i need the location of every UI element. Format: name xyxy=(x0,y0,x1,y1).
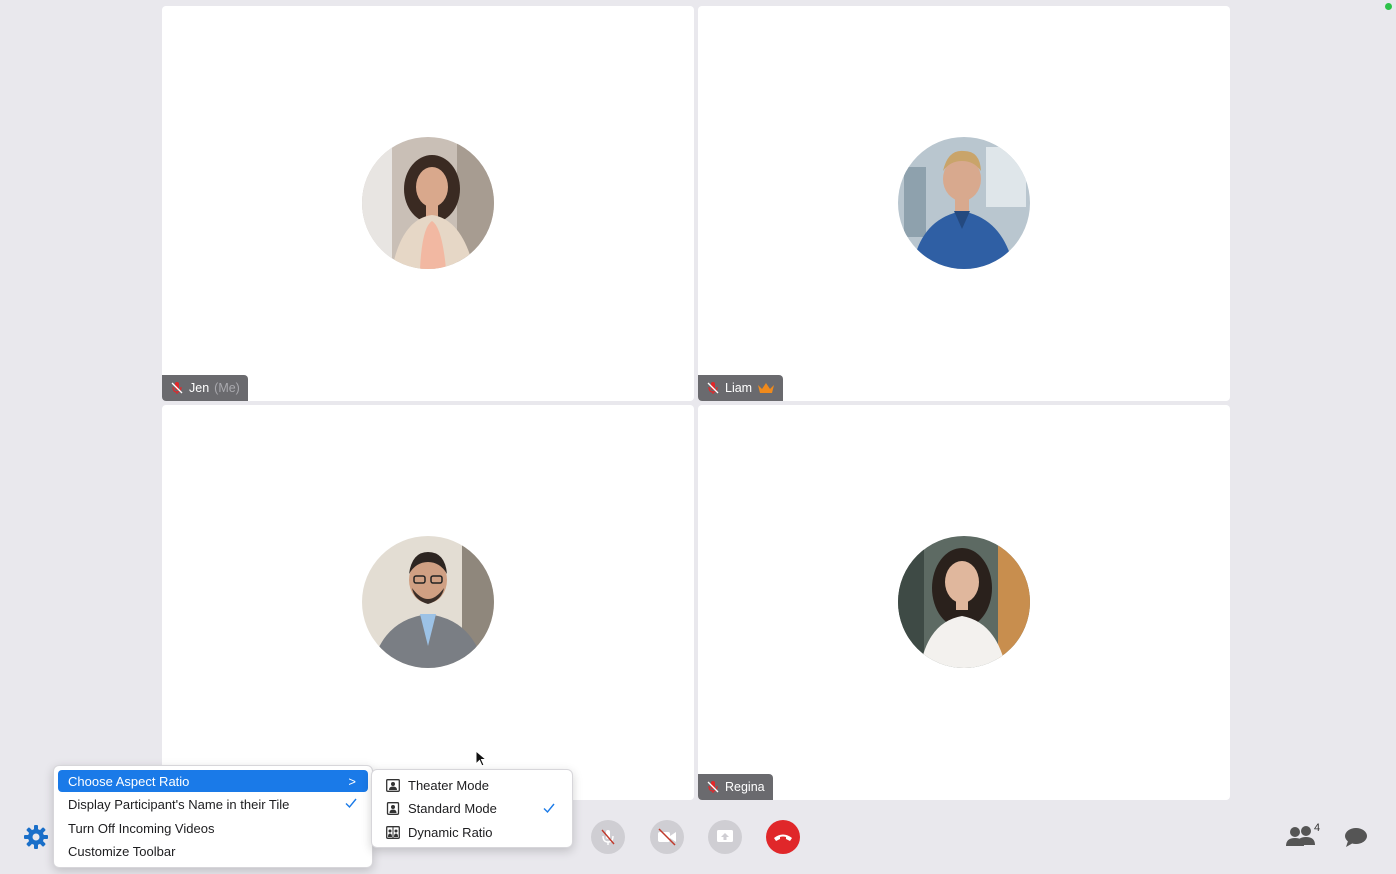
mic-muted-icon xyxy=(707,781,719,793)
video-tile-participant-3[interactable] xyxy=(162,405,694,800)
submenu-item-standard-mode[interactable]: Standard Mode xyxy=(376,797,568,819)
hang-up-button[interactable] xyxy=(766,820,800,854)
share-screen-icon xyxy=(717,830,733,842)
camera-off-icon xyxy=(658,828,676,846)
avatar-jen xyxy=(362,137,494,269)
menu-item-label: Display Participant's Name in their Tile xyxy=(68,796,290,812)
menu-item-customize-toolbar[interactable]: Customize Toolbar xyxy=(58,840,368,862)
mic-muted-icon xyxy=(707,382,719,394)
video-tile-liam[interactable]: Liam xyxy=(698,6,1230,401)
theater-mode-icon xyxy=(386,778,400,792)
submenu-item-label: Theater Mode xyxy=(408,777,489,793)
mic-muted-icon xyxy=(601,829,615,845)
participant-count: 4 xyxy=(1314,822,1321,834)
participant-name: Jen xyxy=(189,381,210,395)
participant-name: Liam xyxy=(725,381,753,395)
aspect-ratio-submenu: Theater Mode Standard Mode Dynamic Ratio xyxy=(371,769,573,848)
checkmark-icon xyxy=(345,798,357,809)
mic-muted-icon xyxy=(171,382,183,394)
portrait-man-blue-shirt-icon xyxy=(898,137,1030,269)
menu-item-choose-aspect-ratio[interactable]: Choose Aspect Ratio > xyxy=(58,770,368,792)
menu-item-display-name-in-tile[interactable]: Display Participant's Name in their Tile xyxy=(58,793,368,815)
nametag-liam: Liam xyxy=(698,375,784,401)
gear-icon xyxy=(24,825,48,849)
chat-icon xyxy=(1345,828,1367,847)
submenu-item-label: Dynamic Ratio xyxy=(408,824,493,840)
portrait-woman-blazer-icon xyxy=(362,137,494,269)
chat-button[interactable] xyxy=(1343,824,1369,850)
participant-name: Regina xyxy=(725,780,765,794)
avatar-liam xyxy=(898,137,1030,269)
share-screen-button[interactable] xyxy=(708,820,742,854)
portrait-woman-white-blouse-icon xyxy=(898,536,1030,668)
submenu-item-dynamic-ratio[interactable]: Dynamic Ratio xyxy=(376,821,568,843)
menu-item-label: Customize Toolbar xyxy=(68,843,176,859)
avatar-participant-3 xyxy=(362,536,494,668)
connection-status-dot xyxy=(1385,3,1392,10)
hang-up-icon xyxy=(774,834,792,841)
nametag-regina: Regina xyxy=(698,774,773,800)
mouse-cursor-icon xyxy=(475,750,487,767)
submenu-item-theater-mode[interactable]: Theater Mode xyxy=(376,774,568,796)
menu-item-label: Choose Aspect Ratio xyxy=(68,773,190,789)
participant-self-label: (Me) xyxy=(214,381,240,395)
video-tile-jen[interactable]: Jen (Me) xyxy=(162,6,694,401)
nametag-jen: Jen (Me) xyxy=(162,375,248,401)
checkmark-icon xyxy=(543,803,555,814)
settings-button[interactable] xyxy=(22,823,50,851)
settings-menu: Choose Aspect Ratio > Display Participan… xyxy=(53,765,373,868)
submenu-item-label: Standard Mode xyxy=(408,800,497,816)
portrait-man-glasses-suit-icon xyxy=(362,536,494,668)
video-tile-regina[interactable]: Regina xyxy=(698,405,1230,800)
avatar-regina xyxy=(898,536,1030,668)
chevron-right-icon: > xyxy=(348,774,356,789)
standard-mode-icon xyxy=(386,801,400,815)
menu-item-turn-off-incoming-videos[interactable]: Turn Off Incoming Videos xyxy=(58,817,368,839)
menu-item-label: Turn Off Incoming Videos xyxy=(68,820,215,836)
host-crown-icon xyxy=(758,383,775,393)
camera-button[interactable] xyxy=(650,820,684,854)
mute-button[interactable] xyxy=(591,820,625,854)
dynamic-ratio-icon xyxy=(386,825,400,839)
